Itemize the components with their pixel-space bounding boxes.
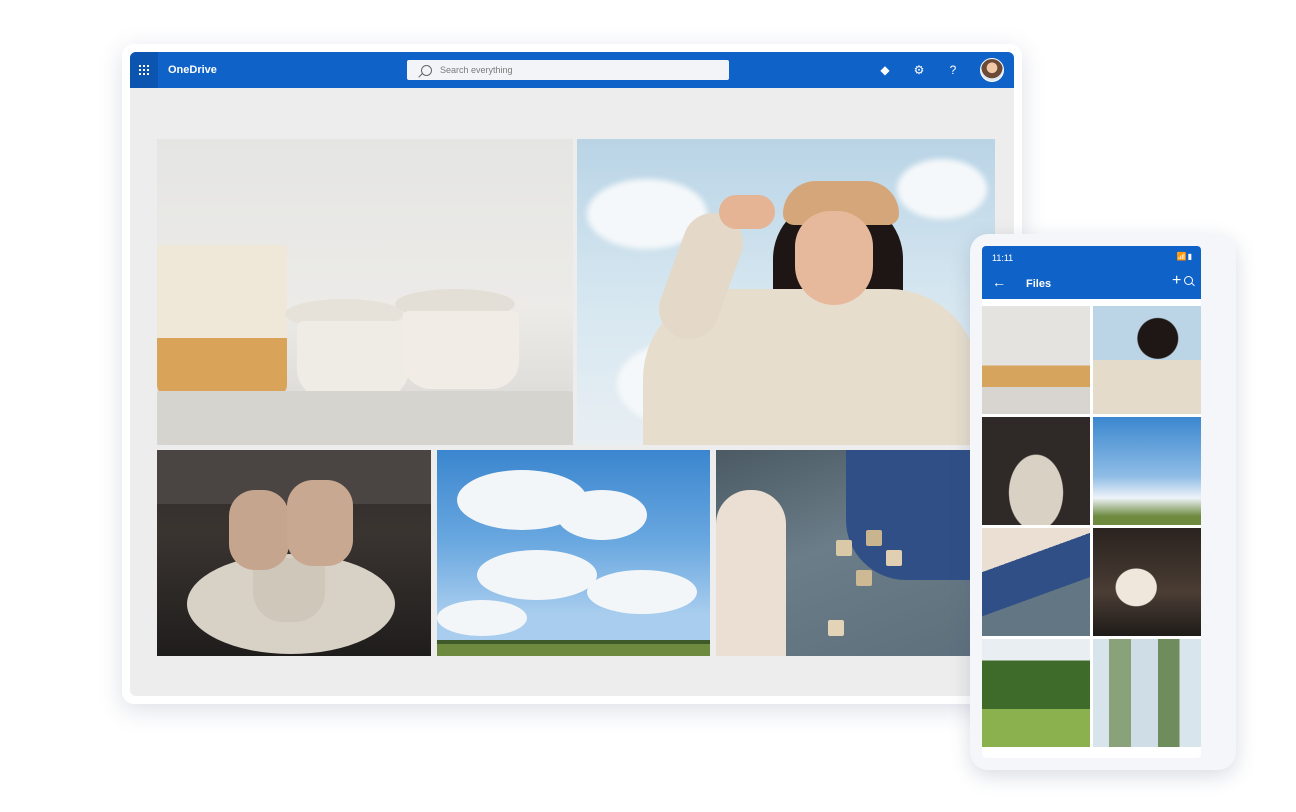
status-time: 11:11 [992, 253, 1014, 263]
photo-pottery-cups[interactable] [157, 139, 573, 445]
help-icon[interactable]: ? [946, 63, 960, 77]
search-icon [421, 64, 432, 76]
back-arrow-icon[interactable]: ← [992, 274, 1006, 290]
brand-name[interactable]: OneDrive [168, 64, 217, 76]
phone-device: 11:11 📶▮ ← Files + [970, 234, 1236, 770]
phone-photo-sky[interactable] [1093, 417, 1201, 525]
desktop-viewport: OneDrive Search everything ◆ ⚙ ? [130, 52, 1014, 696]
top-app-bar: OneDrive Search everything ◆ ⚙ ? [130, 52, 1014, 88]
desktop-window: OneDrive Search everything ◆ ⚙ ? [122, 44, 1022, 704]
signal-battery-icon: 📶▮ [1176, 252, 1193, 261]
photo-pottery-wheel[interactable] [157, 450, 431, 656]
photo-sky-clouds[interactable] [437, 450, 710, 656]
top-bar-actions: ◆ ⚙ ? [878, 52, 1004, 88]
phone-photo-hikers[interactable] [1093, 639, 1201, 747]
phone-photo-woman[interactable] [1093, 306, 1201, 414]
app-launcher-button[interactable] [130, 52, 158, 88]
photo-child-blocks[interactable] [716, 450, 995, 656]
waffle-icon [139, 65, 149, 75]
search-icon[interactable] [1184, 276, 1193, 285]
phone-photo-blocks[interactable] [982, 528, 1090, 636]
add-icon[interactable]: + [1172, 272, 1181, 290]
photo-woman-smiling[interactable] [577, 139, 995, 445]
phone-app-bar: 11:11 📶▮ ← Files + [982, 246, 1201, 299]
premium-diamond-icon[interactable]: ◆ [878, 63, 892, 77]
phone-photo-wheel[interactable] [982, 417, 1090, 525]
phone-photo-park-tree[interactable] [982, 639, 1090, 747]
phone-photo-dog-cat[interactable] [1093, 528, 1201, 636]
settings-gear-icon[interactable]: ⚙ [912, 63, 926, 77]
phone-screen: 11:11 📶▮ ← Files + [982, 246, 1201, 758]
avatar[interactable] [980, 58, 1004, 82]
phone-photo-pottery[interactable] [982, 306, 1090, 414]
phone-photo-grid [982, 306, 1201, 756]
search-box[interactable]: Search everything [407, 60, 729, 80]
search-input[interactable]: Search everything [440, 65, 513, 75]
page-title: Files [1026, 278, 1052, 290]
